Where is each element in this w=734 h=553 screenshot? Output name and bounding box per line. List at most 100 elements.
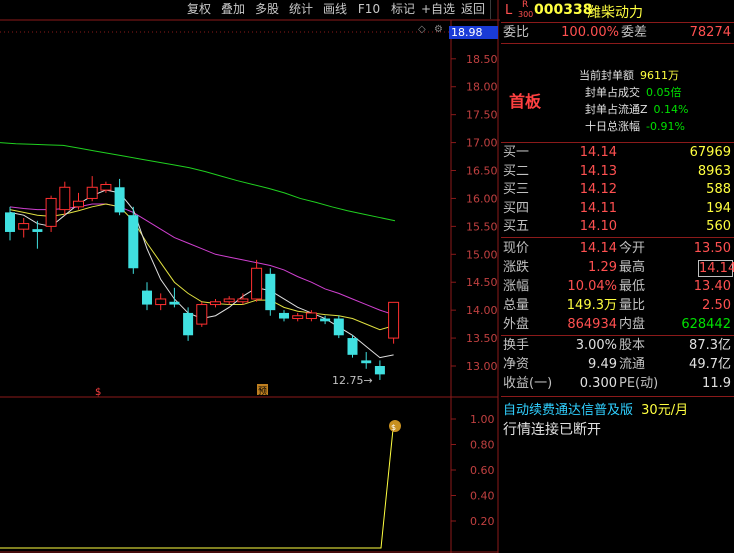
price-tick-label: 13.00: [466, 360, 498, 373]
limit-line-value: 0.14%: [653, 103, 689, 116]
limit-line-value: -0.91%: [646, 120, 685, 133]
kline-chart[interactable]: 18.50 18.00 17.50 17.00 16.50 16.00 15.50 15.00…: [0, 0, 500, 553]
table-row: 买二 14.13 8963: [501, 163, 734, 181]
divider: [501, 396, 734, 397]
divider: [501, 237, 734, 238]
low-price-annotation: 12.75→: [332, 374, 373, 387]
price-tick-label: 18.00: [466, 81, 498, 94]
diamond-icon[interactable]: ◇: [418, 24, 426, 35]
table-row: 涨幅 10.04% 最低 13.40: [501, 278, 734, 296]
candle-body: [305, 312, 317, 320]
weibi-label: 委比: [503, 25, 530, 40]
indicator-tick-label: 0.80: [470, 439, 495, 452]
price-tick-label: 18.50: [466, 53, 498, 66]
fund-label: PE(动): [619, 376, 659, 391]
candle-body: [223, 298, 235, 303]
settings-icon[interactable]: ⚙: [434, 24, 443, 35]
bid-price: 14.13: [579, 163, 617, 179]
quote-value: 864934: [567, 317, 617, 332]
indicator-tick-label: 0.60: [470, 464, 495, 477]
price-tick-label: 17.50: [466, 109, 498, 122]
toolbar-item-6[interactable]: 标记: [386, 0, 421, 19]
bid-label: 买一: [503, 145, 530, 160]
candle-body: [251, 267, 263, 300]
toolbar-item-1[interactable]: 叠加: [216, 0, 251, 19]
fund-label: 流通: [619, 357, 646, 372]
quote-label: 涨跌: [503, 260, 530, 275]
bid-label: 买二: [503, 163, 530, 179]
fund-value: 49.7亿: [689, 357, 731, 372]
r-mark: R: [522, 0, 529, 10]
price-tick-label: 15.50: [466, 220, 498, 233]
table-row: 买四 14.11 194: [501, 200, 734, 218]
candle-body: [142, 290, 152, 305]
table-row: 现价 14.14 今开 13.50: [501, 240, 734, 258]
toolbar-item-3[interactable]: 统计: [284, 0, 319, 19]
current-price-tag: 18.98: [449, 26, 498, 39]
bid-volume: 588: [706, 182, 731, 197]
quote-value: 628442: [681, 317, 731, 332]
candle-body: [18, 223, 30, 230]
candle-body: [347, 338, 358, 355]
quote-value: 13.50: [693, 241, 731, 256]
toolbar-item-2[interactable]: 多股: [250, 0, 285, 19]
price-tick-label: 16.00: [466, 192, 498, 205]
limit-line-value: 9611万: [640, 69, 679, 82]
candle-body: [155, 298, 167, 306]
candle-body: [86, 186, 98, 199]
candle-body: [169, 301, 180, 305]
divider: [501, 22, 734, 23]
limit-line-value: 0.05倍: [646, 86, 682, 99]
quote-value: 1.29: [588, 260, 617, 275]
ad-banner[interactable]: 自动续费通达信普及版 30元/月: [503, 399, 688, 418]
quote-value: 13.40: [693, 279, 731, 294]
candle-body: [5, 212, 15, 232]
candle-body: [265, 273, 276, 311]
weicha-value: 78274: [689, 25, 731, 40]
price-tick-label: 14.50: [466, 276, 498, 289]
candle-body: [196, 304, 208, 325]
candle-body: [237, 298, 249, 303]
quote-label: 涨幅: [503, 279, 530, 294]
ma-magenta-line: [9, 203, 394, 316]
candle-body: [210, 301, 221, 306]
divider: [501, 335, 734, 336]
price-tick-label: 14.00: [466, 304, 498, 317]
table-row: 涨跌 1.29 最高 14.14: [501, 259, 734, 277]
table-row: 换手 3.00% 股本 87.3亿: [501, 337, 734, 355]
indicator-tick-label: 0.40: [470, 490, 495, 503]
price-tick-label: 13.50: [466, 332, 498, 345]
limit-line-label: 封单占流通Z: [585, 103, 648, 116]
quote-value: 2.50: [702, 298, 731, 313]
fund-value: 0.300: [579, 376, 617, 391]
toolbar-item-5[interactable]: F10: [352, 0, 387, 19]
r-sub: 300: [518, 10, 534, 19]
toolbar-item-4[interactable]: 画线: [318, 0, 353, 19]
candle-body: [292, 315, 304, 320]
event-marker: $: [95, 387, 101, 398]
limit-line: 当前封单额 9611万: [579, 67, 679, 83]
ad-price[interactable]: 30元/月: [641, 403, 688, 418]
table-row: 收益(一) 0.300 PE(动) 11.9: [501, 375, 734, 393]
bid-volume: 560: [706, 219, 731, 234]
bid-volume: 194: [706, 200, 731, 216]
quote-label: 最低: [619, 279, 646, 294]
toolbar-item-0[interactable]: 复权: [182, 0, 217, 19]
ad-text[interactable]: 自动续费通达信普及版: [503, 403, 633, 418]
candle-body: [128, 215, 139, 269]
bid-volume: 8963: [697, 163, 731, 179]
toolbar-item-8[interactable]: 返回: [456, 0, 491, 19]
limit-line-label: 十日总涨幅: [585, 120, 640, 133]
quote-label: 今开: [619, 241, 646, 256]
quote-label: 内盘: [619, 317, 646, 332]
fund-label: 股本: [619, 338, 646, 353]
table-row: 总量 149.3万 量比 2.50: [501, 297, 734, 315]
fund-value: 11.9: [702, 376, 731, 391]
fund-label: 收益(一): [503, 376, 553, 391]
divider: [501, 43, 734, 44]
fund-value: 87.3亿: [689, 338, 731, 353]
table-row: 外盘 864934 内盘 628442: [501, 316, 734, 334]
quote-value: 149.3万: [566, 298, 617, 313]
money-bag-symbol: $: [391, 423, 396, 432]
toolbar-item-7[interactable]: +自选: [420, 0, 457, 19]
